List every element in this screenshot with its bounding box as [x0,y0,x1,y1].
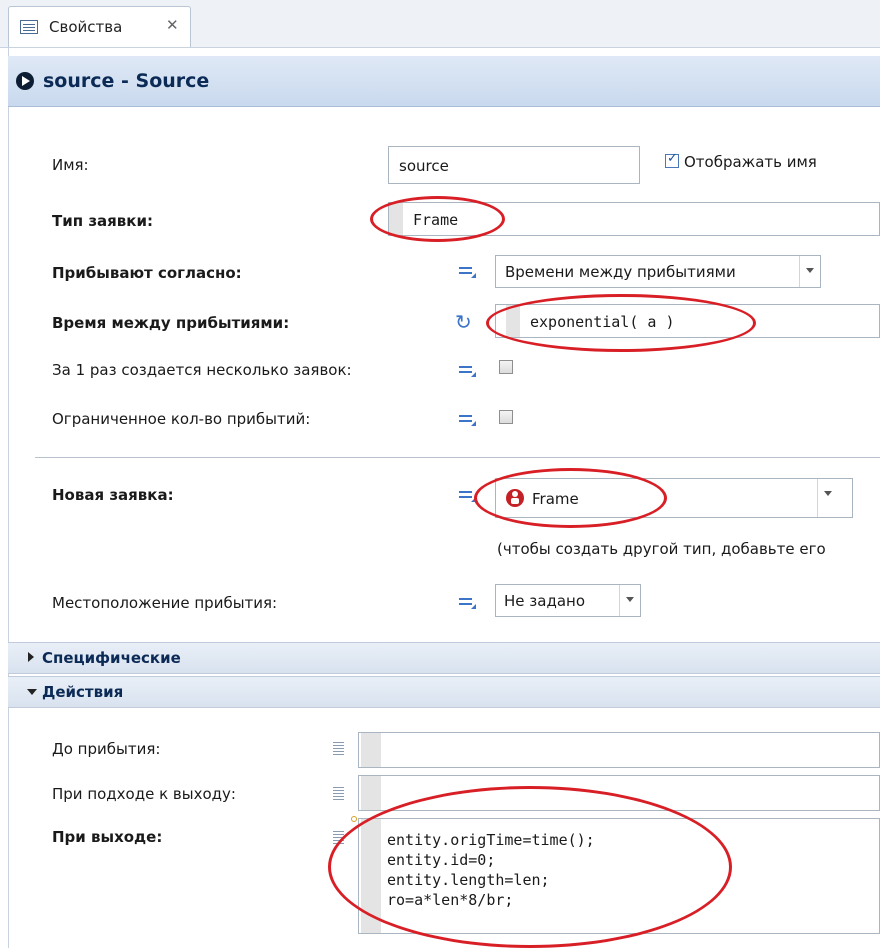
static-param-icon[interactable] [457,362,479,378]
multiple-checkbox[interactable] [499,360,513,374]
agent-type-label: Тип заявки: [52,212,153,230]
interarrival-label: Время между прибытиями: [52,314,290,332]
close-icon[interactable]: ✕ [166,16,179,34]
properties-header: source - Source [8,56,880,107]
limited-checkbox[interactable] [499,410,513,424]
multiple-label: За 1 раз создается несколько заявок: [52,361,352,379]
show-name-label: Отображать имя [684,153,817,171]
section-specific-label: Специфические [42,649,181,667]
before-arrival-label: До прибытия: [52,740,161,758]
location-value: Не задано [504,592,585,610]
code-line: entity.origTime=time(); [387,831,595,849]
before-arrival-field[interactable] [358,732,880,768]
location-dropdown[interactable]: Не задано [495,584,641,617]
tab-properties[interactable]: Свойства ✕ [8,6,191,47]
chevron-down-icon[interactable] [817,479,852,517]
static-param-icon[interactable] [457,594,479,610]
interarrival-field[interactable]: exponential( a ) [495,304,880,338]
static-param-icon[interactable] [457,263,479,279]
new-agent-dropdown[interactable]: Frame [495,478,853,518]
code-field-icon [333,741,344,755]
tab-label: Свойства [49,18,123,36]
arrive-label: Прибывают согласно: [52,264,242,282]
page-title: source - Source [43,70,210,92]
agent-icon [506,489,524,507]
agent-type-value: Frame [413,211,459,229]
limited-label: Ограниченное кол-во прибытий: [52,410,311,428]
chevron-down-icon [27,689,37,695]
name-label: Имя: [52,156,89,174]
name-field[interactable]: source [388,146,640,184]
new-agent-value: Frame [532,490,579,508]
divider [35,457,880,458]
play-icon [16,72,34,90]
code-line: ro=a*len*8/br; [387,891,514,909]
new-agent-label: Новая заявка: [52,486,174,504]
code-field-icon [333,786,344,800]
name-value: source [399,157,449,175]
code-line: entity.id=0; [387,851,496,869]
interarrival-value: exponential( a ) [530,313,675,331]
marker-icon [351,816,357,822]
chevron-down-icon[interactable] [619,585,640,616]
location-label: Местоположение прибытия: [52,594,278,612]
code-field-icon [333,830,344,844]
show-name-checkbox[interactable]: ✓ [665,151,679,168]
code-line: entity.length=len; [387,871,550,889]
new-agent-hint: (чтобы создать другой тип, добавьте его [497,540,826,558]
static-param-icon[interactable] [457,487,479,503]
at-exit-approach-field[interactable] [358,775,880,811]
at-exit-approach-label: При подходе к выходу: [52,785,236,803]
properties-icon [20,20,38,34]
section-actions-label: Действия [42,683,124,701]
static-param-icon[interactable] [457,411,479,427]
arrive-value: Времени между прибытиями [505,263,736,281]
chevron-down-icon[interactable] [799,256,820,287]
on-exit-label: При выходе: [52,828,163,846]
on-exit-code-field[interactable]: entity.origTime=time(); entity.id=0; ent… [358,818,880,934]
dynamic-param-icon[interactable]: ↻ [455,310,472,334]
section-specific[interactable]: Специфические [8,642,880,674]
agent-type-field[interactable]: Frame [388,202,880,236]
chevron-right-icon [28,652,34,662]
section-actions[interactable]: Действия [8,676,880,708]
arrive-dropdown[interactable]: Времени между прибытиями [495,255,821,288]
panel-border [8,47,9,948]
